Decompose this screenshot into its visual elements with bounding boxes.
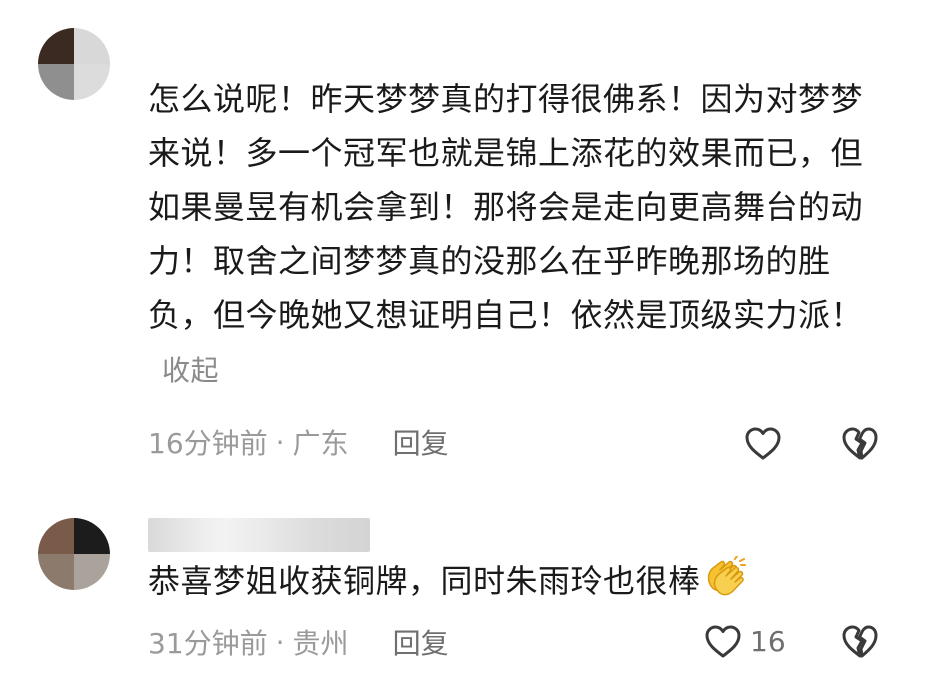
comment-location: 广东	[292, 427, 349, 460]
collapse-link[interactable]: 收起	[162, 354, 219, 387]
broken-heart-icon[interactable]	[840, 622, 880, 662]
comment-location: 贵州	[292, 627, 349, 660]
username-redacted[interactable]	[148, 518, 370, 552]
meta-separator: ·	[275, 425, 285, 459]
reply-button[interactable]: 回复	[393, 622, 449, 662]
comment-body: 怎么说呢！昨天梦梦真的打得很佛系！因为对梦梦来说！多一个冠军也就是锦上添花的效果…	[148, 80, 864, 334]
heart-outline-icon[interactable]	[743, 424, 783, 464]
like-count: 16	[750, 625, 786, 658]
meta-separator: ·	[275, 625, 285, 659]
avatar[interactable]	[38, 28, 110, 100]
avatar[interactable]	[38, 518, 110, 590]
comment-body: 恭喜梦姐收获铜牌，同时朱雨玲也很棒	[148, 562, 701, 600]
heart-outline-icon[interactable]	[703, 622, 743, 662]
broken-heart-icon[interactable]	[840, 424, 880, 464]
comment-time: 31分钟前	[148, 627, 268, 660]
clapping-hands-icon	[707, 556, 746, 596]
comment-time: 16分钟前	[148, 427, 268, 460]
reply-button[interactable]: 回复	[393, 422, 449, 462]
comment-text: 怎么说呢！昨天梦梦真的打得很佛系！因为对梦梦来说！多一个冠军也就是锦上添花的效果…	[148, 72, 888, 398]
comment-item: 恭喜梦姐收获铜牌，同时朱雨玲也很棒 31分钟前 · 贵州 回复 16	[0, 500, 928, 675]
comment-meta: 16分钟前 · 广东 回复	[148, 422, 449, 462]
comment-item: 怎么说呢！昨天梦梦真的打得很佛系！因为对梦梦来说！多一个冠军也就是锦上添花的效果…	[0, 0, 928, 480]
comment-text: 恭喜梦姐收获铜牌，同时朱雨玲也很棒	[148, 554, 888, 608]
comment-meta: 31分钟前 · 贵州 回复	[148, 622, 449, 662]
